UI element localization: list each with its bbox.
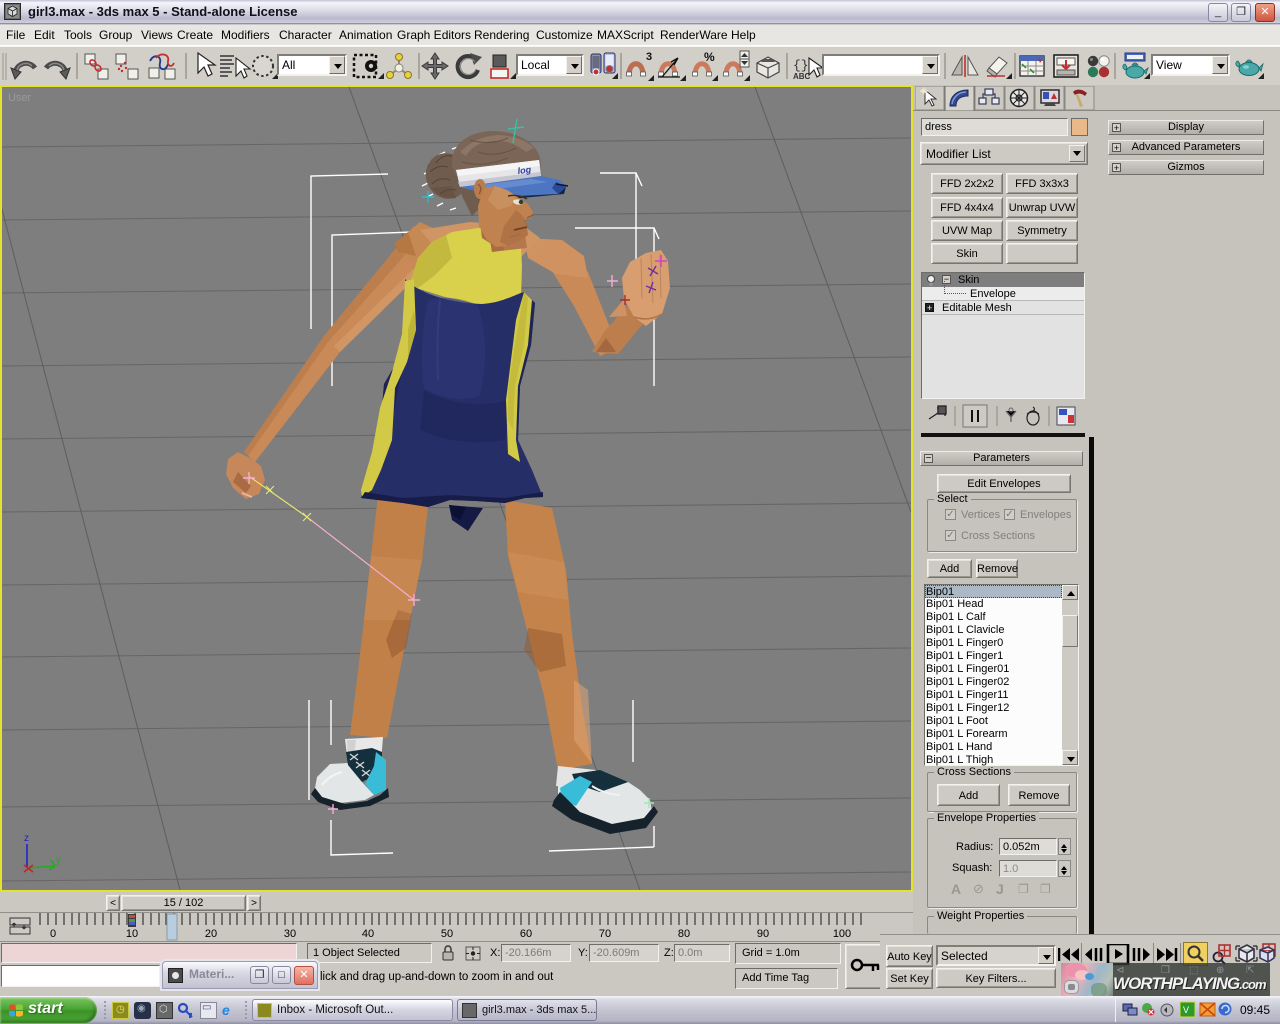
svg-text:y: y [56,855,61,866]
svg-text:3: 3 [646,51,652,63]
svg-text:log: log [517,164,532,176]
svg-text:70: 70 [599,928,611,940]
svg-text:80: 80 [678,928,690,940]
svg-text:10: 10 [126,928,138,940]
svg-text:30: 30 [284,928,296,940]
svg-text:90: 90 [757,928,769,940]
svg-text:60: 60 [520,928,532,940]
svg-text:0: 0 [50,928,56,940]
svg-text:50: 50 [441,928,453,940]
svg-text:{}: {} [793,58,809,73]
svg-text:V: V [1183,1005,1189,1015]
svg-text:40: 40 [362,928,374,940]
svg-text:ABC: ABC [793,72,811,81]
svg-text:20: 20 [205,928,217,940]
svg-text:%: % [704,50,715,64]
svg-text:100: 100 [833,928,851,940]
svg-text:z: z [24,833,29,844]
